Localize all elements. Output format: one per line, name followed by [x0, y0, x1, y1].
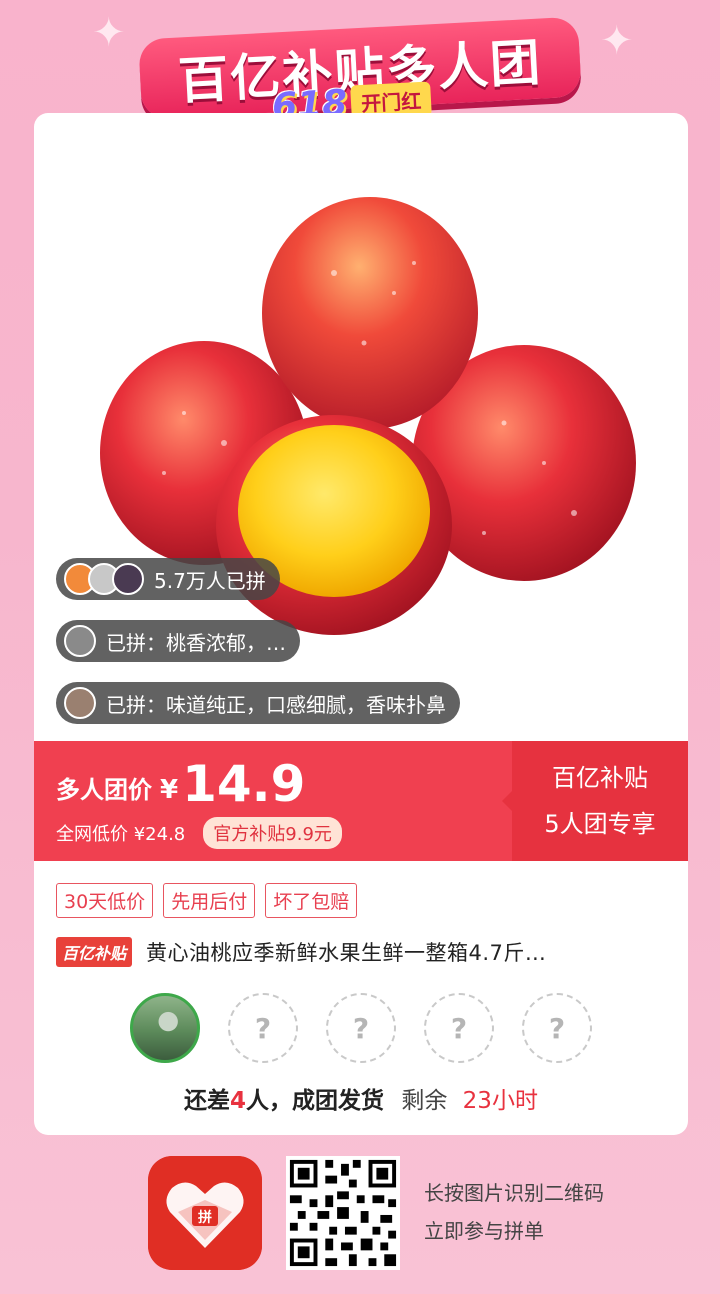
group-members: ? ? ? ? [130, 993, 592, 1063]
lowest-price: 全网低价 ¥24.8 [56, 824, 186, 845]
member-avatar [130, 993, 200, 1063]
empty-slot[interactable]: ? [326, 993, 396, 1063]
service-tags: 30天低价 先用后付 坏了包赔 [56, 883, 358, 918]
footer-instructions: 长按图片识别二维码 立即参与拼单 [424, 1174, 604, 1250]
remaining-time: 23小时 [462, 1088, 538, 1114]
product-card[interactable]: 5.7万人已拼 已拼：桃香浓郁，… 已拼：味道纯正，口感细腻，香味扑鼻 多人团价… [34, 113, 688, 1135]
footer-line-2: 立即参与拼单 [424, 1219, 544, 1243]
service-tag: 坏了包赔 [265, 883, 358, 918]
subsidy-badge: 官方补贴9.9元 [203, 817, 342, 849]
review-pill: 已拼：味道纯正，口感细腻，香味扑鼻 [56, 682, 460, 724]
svg-text:拼: 拼 [198, 1209, 212, 1226]
empty-slot[interactable]: ? [424, 993, 494, 1063]
avatar [64, 687, 96, 719]
joined-count-text: 5.7万人已拼 [154, 568, 266, 593]
promo-box: 百亿补贴 5人团专享 [502, 741, 688, 861]
footer-line-1: 长按图片识别二维码 [424, 1181, 604, 1205]
service-tag: 30天低价 [56, 883, 154, 918]
review-text: 已拼：桃香浓郁，… [106, 630, 286, 655]
pinduoduo-logo-icon: 拼 [148, 1156, 262, 1270]
group-status: 还差4人，成团发货 剩余 23小时 [34, 1081, 688, 1115]
empty-slot[interactable]: ? [228, 993, 298, 1063]
promo-line-2: 5人团专享 [544, 810, 656, 838]
currency-symbol: ¥ [160, 775, 179, 805]
price-bar: 多人团价 ¥14.9 全网低价 ¥24.8 官方补贴9.9元 百亿补贴 5人团专享 [34, 741, 688, 861]
sparkle-icon: ✦ [92, 10, 126, 56]
promo-line-1: 百亿补贴 [552, 764, 648, 792]
avatar [112, 563, 144, 595]
avatar [64, 625, 96, 657]
footer: 拼 长按图片识别二维码 立即参与拼单 [0, 1150, 720, 1280]
price-label: 多人团价 [56, 776, 152, 804]
status-prefix: 还差 [184, 1088, 231, 1114]
product-title-row[interactable]: 百亿补贴 黄心油桃应季新鲜水果生鲜一整箱4.7斤… [56, 937, 666, 967]
status-suffix: 人，成团发货 [246, 1088, 385, 1114]
service-tag: 先用后付 [163, 883, 256, 918]
peach [262, 197, 478, 429]
missing-count: 4 [230, 1088, 247, 1114]
empty-slot[interactable]: ? [522, 993, 592, 1063]
joined-count-pill: 5.7万人已拼 [56, 558, 280, 600]
price-value: 14.9 [182, 755, 306, 813]
sparkle-icon: ✦ [600, 18, 634, 64]
review-pill: 已拼：桃香浓郁，… [56, 620, 300, 662]
review-text: 已拼：味道纯正，口感细腻，香味扑鼻 [106, 692, 446, 717]
remaining-label: 剩余 [401, 1088, 448, 1114]
product-title[interactable]: 黄心油桃应季新鲜水果生鲜一整箱4.7斤… [146, 937, 546, 967]
qr-code-icon[interactable] [286, 1156, 400, 1270]
subsidy-logo-badge: 百亿补贴 [56, 937, 133, 967]
